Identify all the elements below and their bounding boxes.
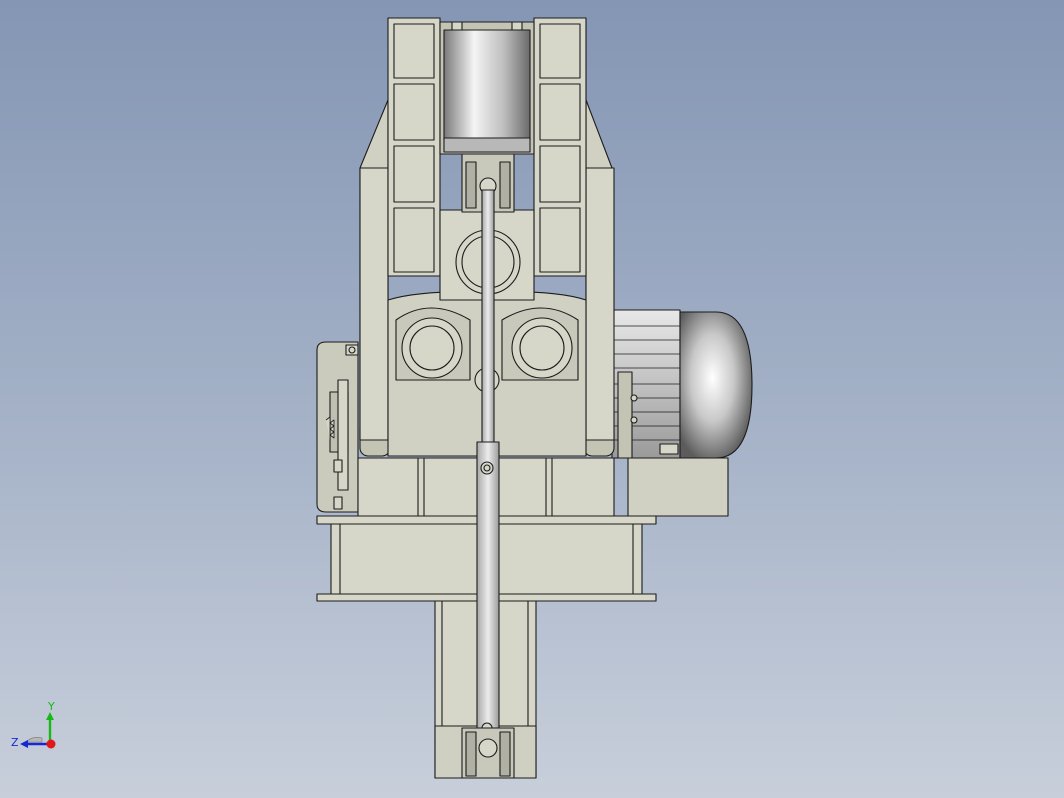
axis-triad: Y Z — [11, 700, 56, 749]
hydraulic-cylinder — [439, 21, 535, 155]
gearbox — [316, 341, 359, 513]
y-axis-label: Y — [47, 700, 55, 713]
upper-frame-right — [533, 17, 587, 277]
y-axis-arrow — [46, 712, 54, 720]
electric-motor — [611, 309, 753, 517]
cad-viewport[interactable]: Y Z — [0, 0, 1064, 798]
triad-plane — [25, 737, 43, 743]
roller-assembly-model[interactable] — [0, 0, 1064, 798]
z-axis-arrow — [20, 740, 28, 748]
x-axis-dot — [46, 739, 56, 749]
upper-frame-left — [387, 17, 441, 277]
lower-clevis — [461, 727, 515, 779]
z-axis-label: Z — [11, 736, 19, 749]
